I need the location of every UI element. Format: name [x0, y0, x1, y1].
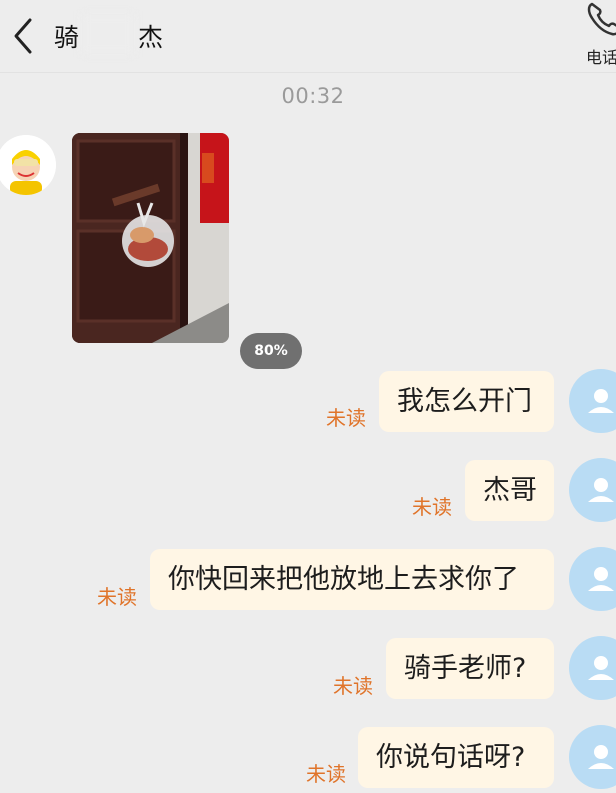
- contact-name-part1: 骑: [54, 23, 80, 52]
- user-placeholder-icon: [588, 567, 614, 591]
- phone-label[interactable]: 电话: [586, 44, 616, 68]
- message-bubble[interactable]: 你说句话呀?: [358, 727, 554, 788]
- my-avatar[interactable]: [569, 547, 616, 611]
- my-avatar[interactable]: [569, 458, 616, 522]
- message-timestamp: 00:32: [281, 84, 345, 108]
- user-placeholder-icon: [588, 745, 614, 769]
- phone-icon: [587, 2, 616, 36]
- name-redaction: [82, 14, 134, 54]
- user-placeholder-icon: [588, 389, 614, 413]
- message-bubble[interactable]: 杰哥: [465, 460, 554, 521]
- message-bubble[interactable]: 骑手老师?: [386, 638, 554, 699]
- rider-avatar-icon: [0, 135, 56, 195]
- message-text: 我怎么开门: [397, 386, 532, 417]
- upload-progress-badge: 80%: [240, 333, 302, 369]
- message-text: 骑手老师?: [404, 653, 527, 684]
- my-avatar[interactable]: [569, 369, 616, 433]
- unread-status: 未读: [326, 406, 366, 430]
- message-bubble[interactable]: 你快回来把他放地上去求你了: [150, 549, 554, 610]
- user-placeholder-icon: [588, 478, 614, 502]
- back-arrow-icon: [14, 18, 32, 54]
- message-text: 杰哥: [483, 475, 537, 506]
- message-bubble[interactable]: 我怎么开门: [379, 371, 554, 432]
- unread-status: 未读: [412, 495, 452, 519]
- my-avatar[interactable]: [569, 725, 616, 789]
- back-button[interactable]: [6, 14, 42, 58]
- my-avatar[interactable]: [569, 636, 616, 700]
- contact-name-part2: 杰: [138, 23, 164, 52]
- chat-header: 骑 杰 电话: [0, 0, 616, 73]
- message-text: 你说句话呀?: [376, 742, 526, 773]
- user-placeholder-icon: [588, 656, 614, 680]
- unread-status: 未读: [97, 585, 137, 609]
- photo-message[interactable]: [72, 133, 229, 343]
- unread-status: 未读: [306, 762, 346, 786]
- rider-avatar[interactable]: [0, 135, 56, 195]
- unread-status: 未读: [333, 674, 373, 698]
- message-text: 你快回来把他放地上去求你了: [168, 564, 519, 595]
- door-photo: [72, 133, 229, 343]
